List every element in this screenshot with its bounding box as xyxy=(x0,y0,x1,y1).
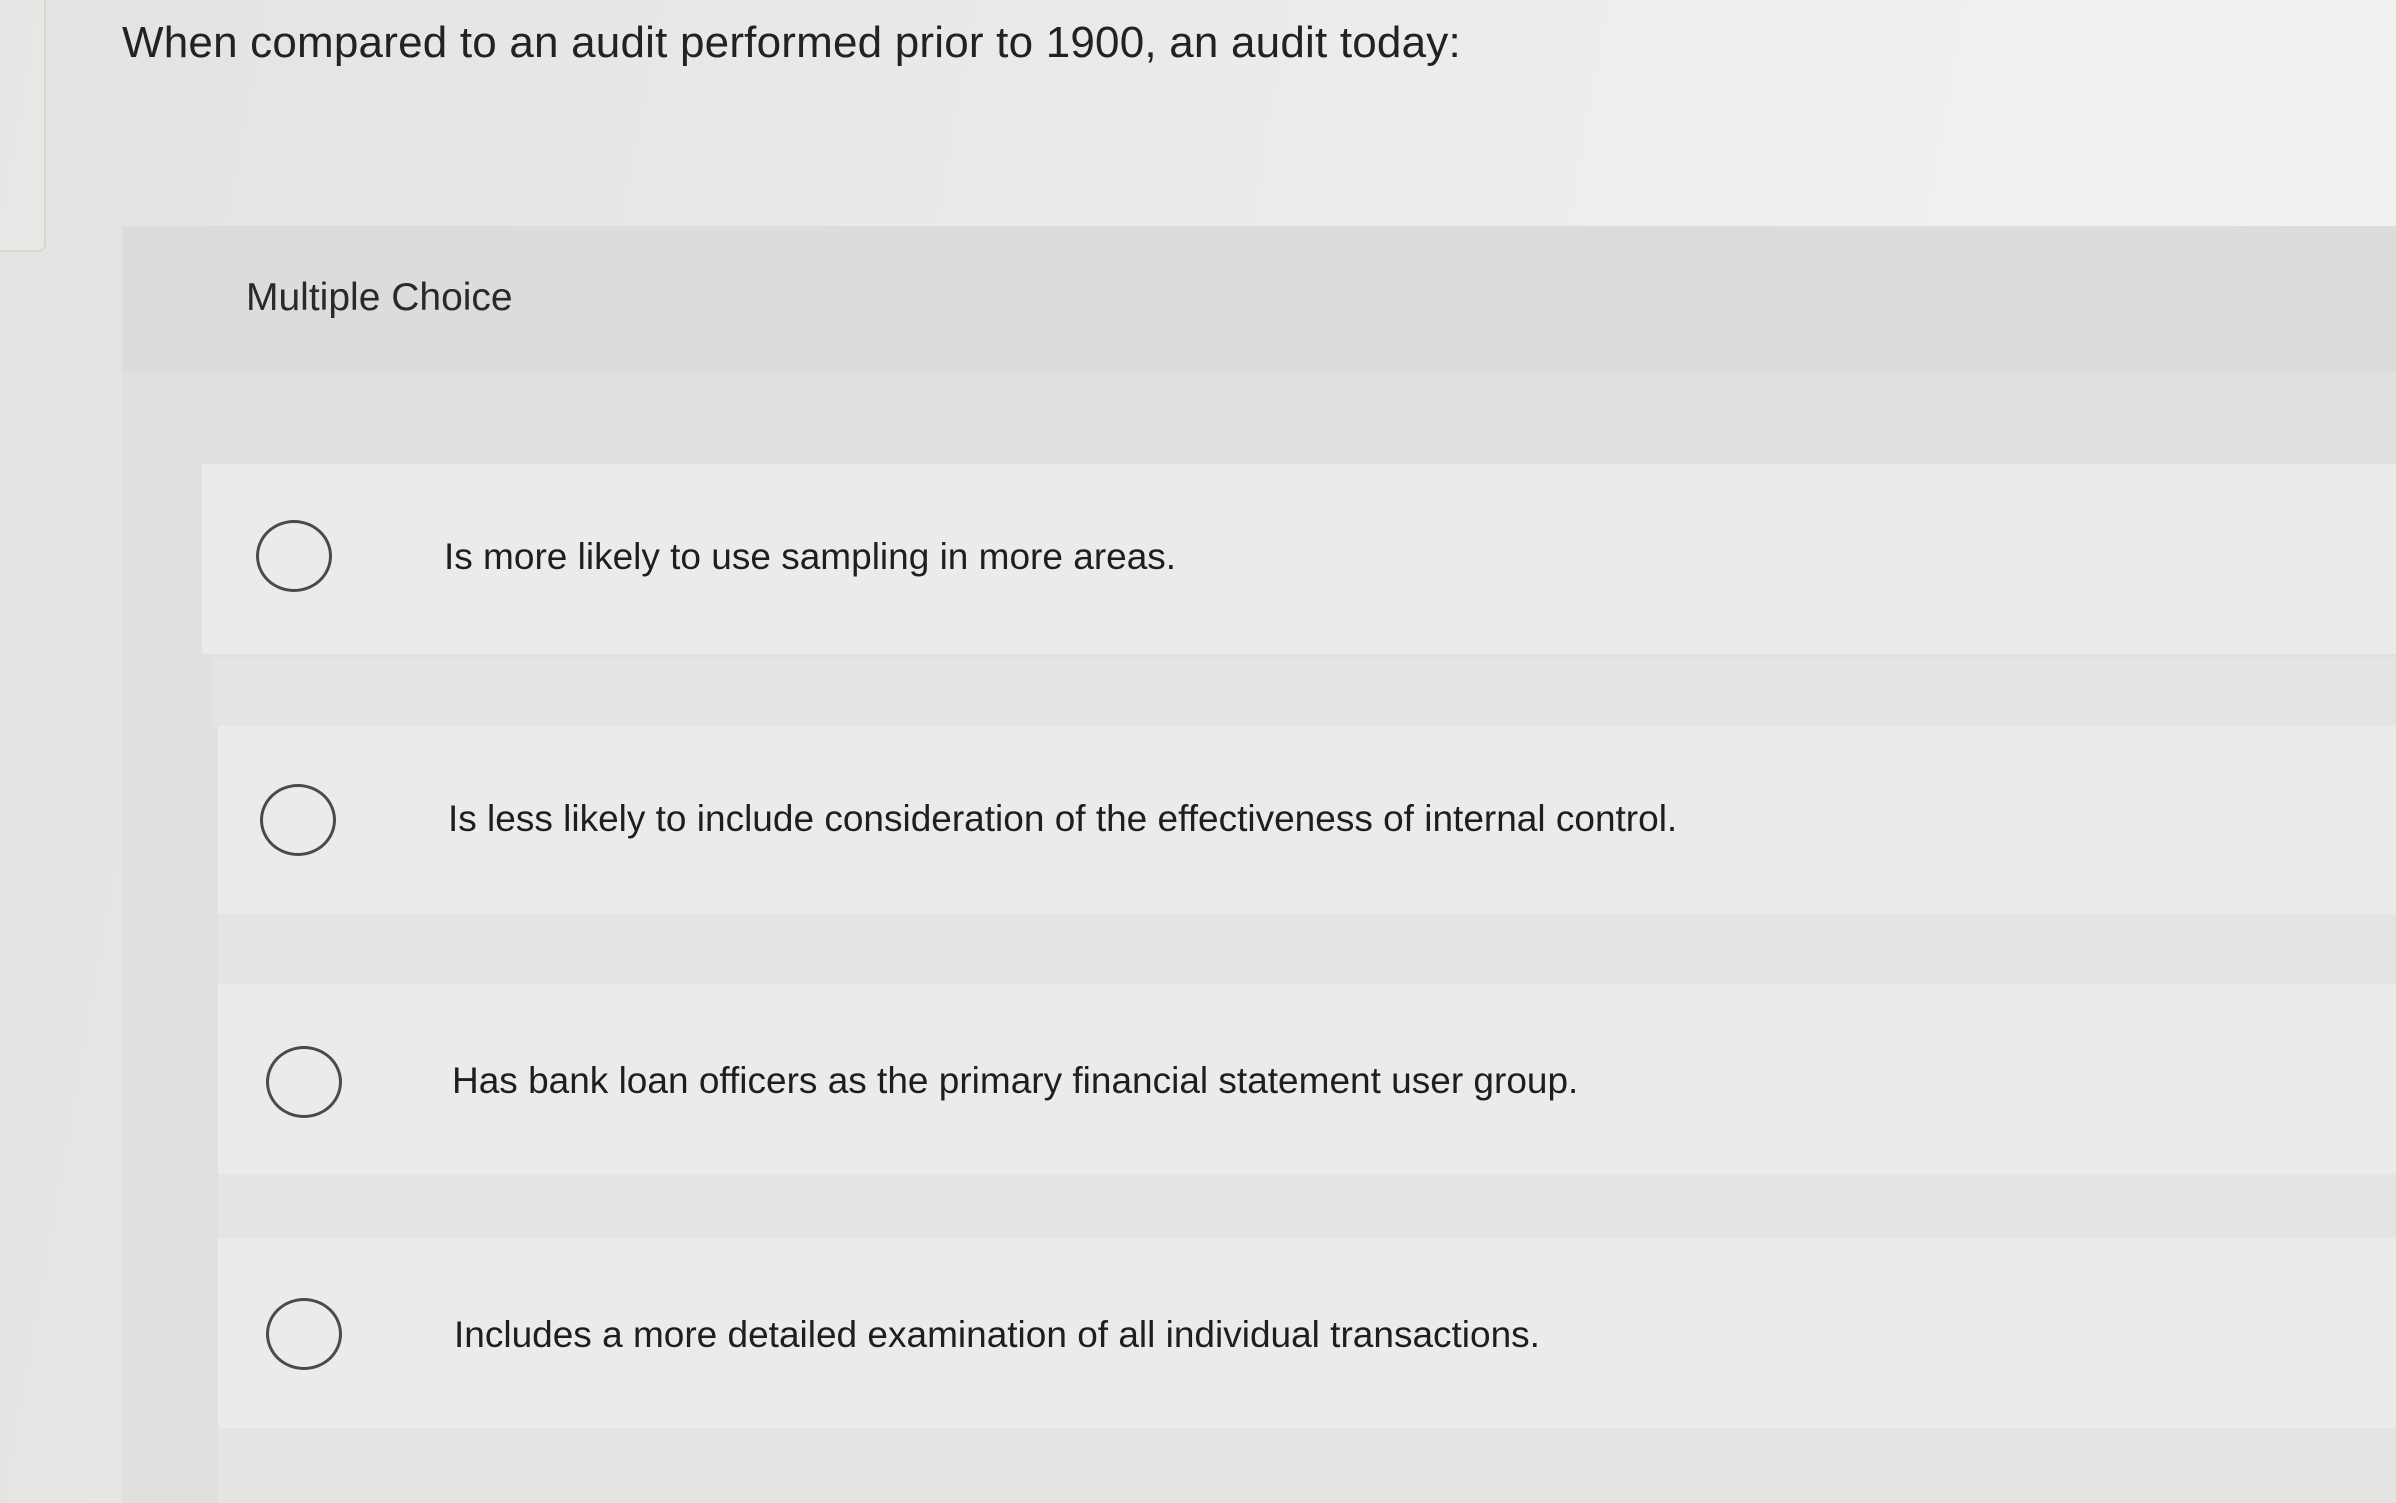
radio-unselected-icon[interactable] xyxy=(260,784,336,856)
question-text: When compared to an audit performed prio… xyxy=(122,18,1461,67)
option-divider xyxy=(212,658,2396,726)
multiple-choice-header: Multiple Choice xyxy=(122,226,2396,372)
answer-option-3-text[interactable]: Has bank loan officers as the primary fi… xyxy=(452,1060,1578,1102)
left-panel-edge xyxy=(0,0,46,252)
answer-option-1[interactable]: Is more likely to use sampling in more a… xyxy=(202,464,2396,654)
multiple-choice-label: Multiple Choice xyxy=(246,276,513,319)
answer-option-1-text[interactable]: Is more likely to use sampling in more a… xyxy=(444,536,1176,578)
multiple-choice-panel: Multiple Choice Is more likely to use sa… xyxy=(122,226,2396,1503)
answer-option-3[interactable]: Has bank loan officers as the primary fi… xyxy=(218,984,2396,1174)
radio-unselected-icon[interactable] xyxy=(266,1298,342,1370)
option-divider xyxy=(218,1428,2396,1503)
radio-unselected-icon[interactable] xyxy=(256,520,332,592)
option-divider xyxy=(218,914,2396,984)
radio-unselected-icon[interactable] xyxy=(266,1046,342,1118)
answer-option-2-text[interactable]: Is less likely to include consideration … xyxy=(448,798,1677,840)
answer-option-4-text[interactable]: Includes a more detailed examination of … xyxy=(454,1314,1540,1356)
answer-option-2[interactable]: Is less likely to include consideration … xyxy=(218,726,2396,914)
option-divider xyxy=(218,1174,2396,1238)
answer-option-4[interactable]: Includes a more detailed examination of … xyxy=(218,1238,2396,1428)
